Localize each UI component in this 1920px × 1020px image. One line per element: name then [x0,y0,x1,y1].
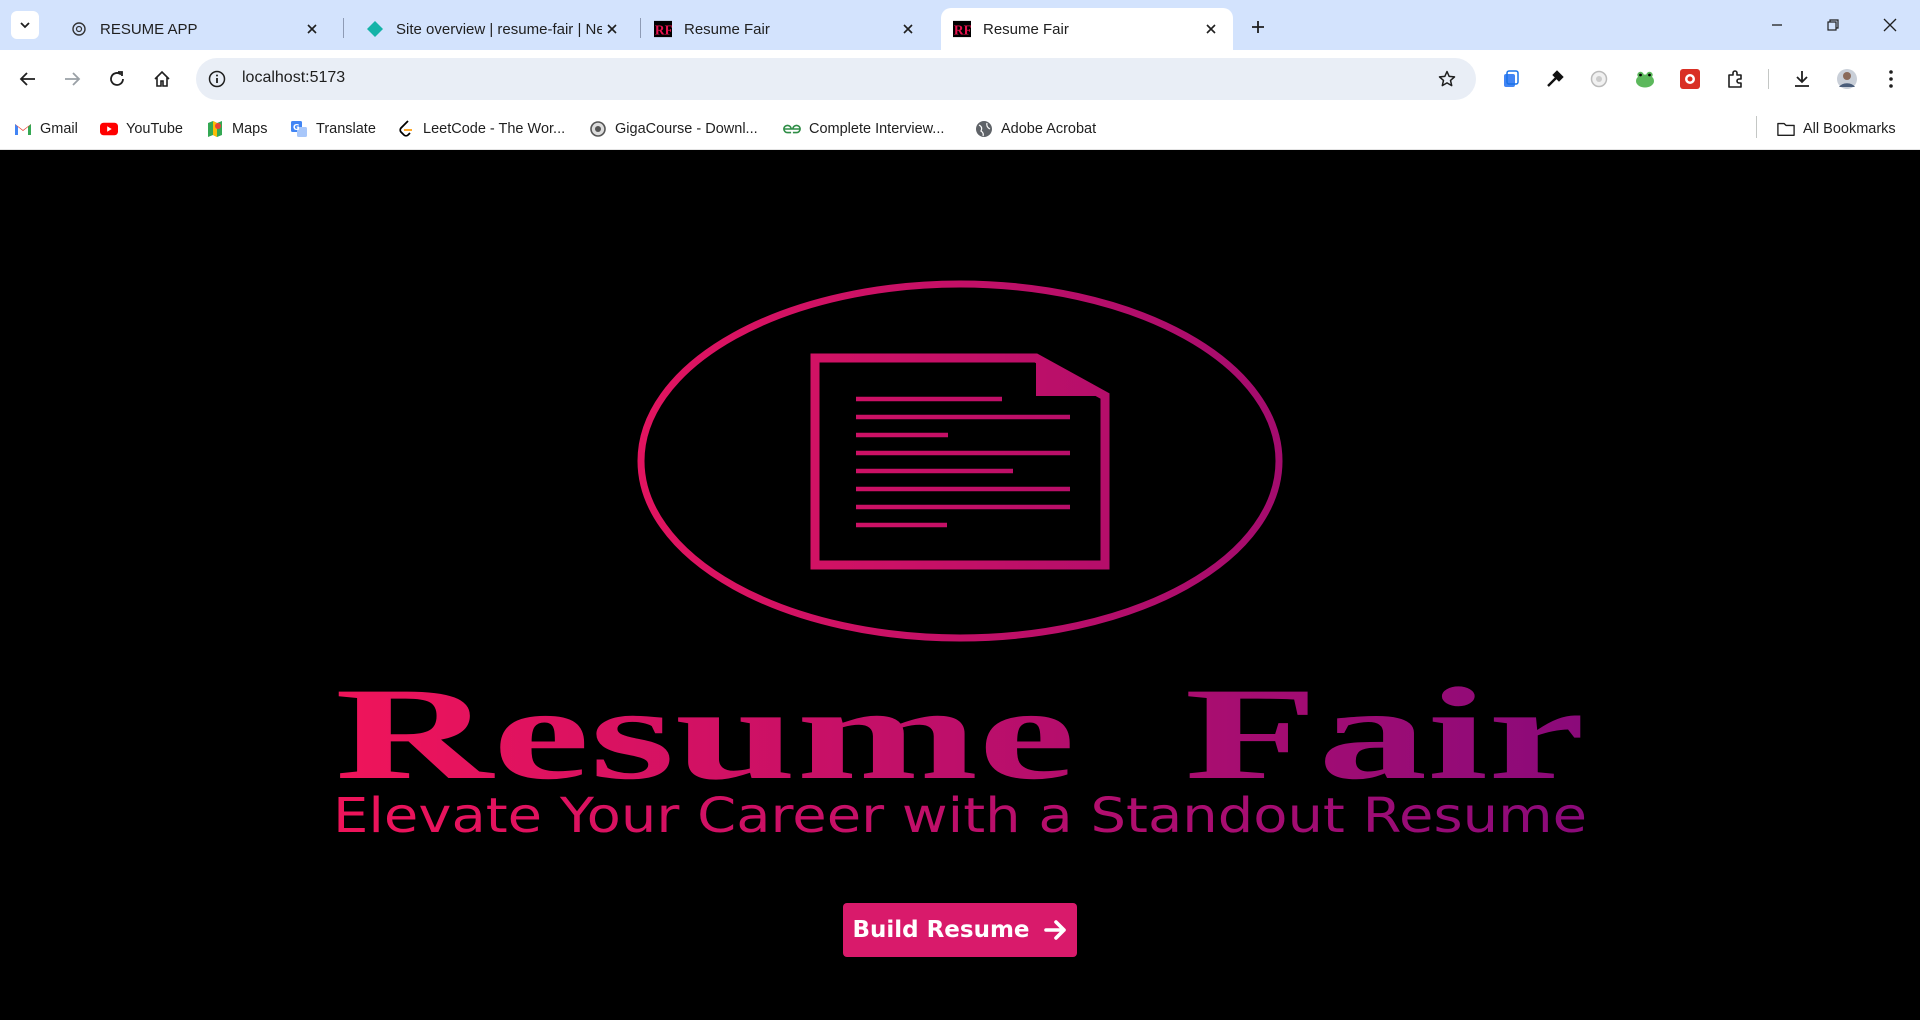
all-bookmarks-button[interactable]: All Bookmarks [1777,119,1896,139]
hero-title: Resume Fair [335,660,1585,807]
bookmark-label: GigaCourse - Downl... [615,121,758,137]
svg-text:G: G [293,123,300,132]
build-resume-button[interactable]: Build Resume [843,903,1077,957]
back-button[interactable] [13,64,43,94]
bookmark-gmail[interactable]: Gmail [14,119,78,139]
landing-page: Resume Fair Elevate Your Career with a S… [0,151,1920,1020]
maps-icon [206,120,224,138]
arrow-right-icon [1043,920,1066,940]
bookmarks-divider [1756,116,1757,138]
bookmark-star-icon[interactable] [1436,68,1458,90]
tab-title: Resume Fair [983,20,1069,38]
gigacourse-icon [589,120,607,138]
url-text[interactable]: localhost:5173 [242,69,345,87]
extension-copy-icon[interactable] [1498,66,1524,92]
toolbar-divider [1768,69,1769,89]
new-tab-button[interactable] [1244,13,1272,41]
folder-icon [1777,120,1795,138]
netlify-icon [366,20,384,38]
translate-icon: G [290,120,308,138]
youtube-icon [100,120,118,138]
all-bookmarks-label: All Bookmarks [1803,121,1896,137]
close-tab-icon[interactable] [302,19,322,39]
bookmark-label: YouTube [126,121,183,137]
build-resume-label: Build Resume [852,917,1030,943]
minimize-button[interactable] [1762,10,1792,40]
reload-button[interactable] [102,64,132,94]
close-tab-icon[interactable] [898,19,918,39]
leetcode-icon [397,120,415,138]
forward-button[interactable] [57,64,87,94]
reload-icon [110,71,124,86]
tab-title: RESUME APP [100,20,198,38]
tab-search-button[interactable] [11,11,39,39]
svg-text:RF: RF [954,22,971,37]
gfg-icon [783,120,801,138]
gmail-icon [14,120,32,138]
rf-logo-icon: RF [654,20,672,38]
browser-toolbar: localhost:5173 [0,50,1920,108]
home-icon [154,70,170,87]
tab-resume-fair[interactable]: RF Resume Fair [640,8,930,50]
eyedropper-icon[interactable] [1542,66,1568,92]
bookmark-label: Gmail [40,121,78,137]
bookmark-leetcode[interactable]: LeetCode - The Wor... [397,119,565,139]
address-bar[interactable]: localhost:5173 [196,58,1476,100]
document-icon [810,353,1110,570]
rf-logo-icon: RF [953,20,971,38]
openai-icon [70,20,88,38]
close-icon [1883,18,1897,32]
bookmark-translate[interactable]: G Translate [290,119,376,139]
bookmark-gigacourse[interactable]: GigaCourse - Downl... [589,119,758,139]
logo-emblem [637,280,1283,642]
hero-tagline: Elevate Your Career with a Standout Resu… [333,788,1587,844]
extensions-puzzle-icon[interactable] [1722,66,1748,92]
chevron-down-icon [20,22,30,29]
frog-extension-icon[interactable] [1632,66,1658,92]
tab-divider [343,18,344,38]
close-window-button[interactable] [1875,10,1905,40]
tab-resume-fair-active[interactable]: RF Resume Fair [941,8,1233,50]
site-info-icon[interactable] [206,68,228,90]
bookmark-label: Maps [232,121,268,137]
avatar[interactable] [1834,66,1860,92]
plus-icon [1252,21,1264,33]
arrow-right-icon [65,72,81,86]
bookmark-maps[interactable]: Maps [206,119,267,139]
tab-resume-app[interactable]: RESUME APP [54,8,334,50]
more-menu-icon[interactable] [1878,66,1904,92]
tab-title: Site overview | resume-fair | Net [396,20,602,38]
bookmarks-bar: Gmail YouTube Maps G Translate LeetCode … [0,108,1920,150]
download-icon[interactable] [1789,66,1815,92]
logo-ellipse [637,280,1283,642]
tab-title: Resume Fair [684,20,770,38]
home-button[interactable] [147,64,177,94]
red-extension-icon[interactable] [1677,66,1703,92]
svg-text:RF: RF [655,22,672,37]
bookmark-label: Translate [316,121,376,137]
bookmark-adobe-acrobat[interactable]: Adobe Acrobat [975,119,1096,139]
bookmark-complete-interview[interactable]: Complete Interview... [783,119,944,139]
close-tab-icon[interactable] [602,19,622,39]
bookmark-label: LeetCode - The Wor... [423,121,566,137]
arrow-left-icon [19,72,35,86]
bookmark-youtube[interactable]: YouTube [100,119,183,139]
bookmark-label: Complete Interview... [809,121,945,137]
minimize-icon [1772,24,1782,26]
extension-circle-icon[interactable] [1586,66,1612,92]
restore-button[interactable] [1818,10,1848,40]
tab-site-overview[interactable]: Site overview | resume-fair | Net [350,8,634,50]
hero-graphic: Resume Fair Elevate Your Career with a S… [333,280,1587,844]
bookmark-label: Adobe Acrobat [1001,121,1097,137]
tab-strip: RESUME APP Site overview | resume-fair |… [0,0,1920,50]
globe-icon [975,120,993,138]
close-tab-icon[interactable] [1201,19,1221,39]
restore-icon [1827,19,1839,31]
